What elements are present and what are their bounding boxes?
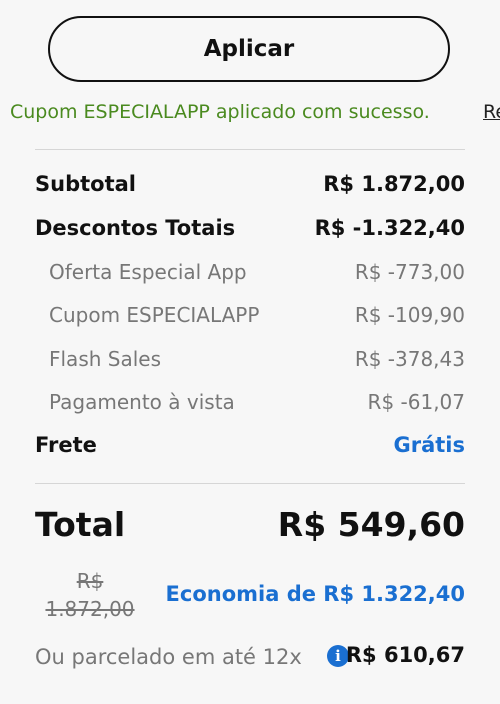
total-label: Total [35,505,126,544]
discounts-value: R$ -1.322,40 [314,216,465,240]
total-row: Total R$ 549,60 [35,505,465,544]
discount-item: Cupom ESPECIALAPP R$ -109,90 [49,303,465,327]
subtotal-label: Subtotal [35,172,136,196]
old-price-currency: R$ [76,569,104,593]
subtotal-value: R$ 1.872,00 [323,172,465,196]
coupon-success-message: Cupom ESPECIALAPP aplicado com sucesso. [10,101,430,123]
discounts-label: Descontos Totais [35,216,236,240]
discount-item-label: Cupom ESPECIALAPP [49,303,260,327]
subtotal-row: Subtotal R$ 1.872,00 [35,172,465,196]
divider [35,483,465,484]
discount-item-value: R$ -773,00 [354,260,465,284]
shipping-label: Frete [35,433,97,457]
divider [35,149,465,150]
discount-item: Flash Sales R$ -378,43 [49,347,465,371]
total-value: R$ 549,60 [277,505,465,544]
discount-item-label: Oferta Especial App [49,260,247,284]
installment-value: R$ 610,67 [345,643,465,667]
shipping-value: Grátis [393,433,465,457]
remove-coupon-link[interactable]: Re [483,101,500,123]
discount-item: Pagamento à vista R$ -61,07 [49,390,465,414]
old-price: R$ 1.872,00 [42,567,138,623]
discount-item-value: R$ -109,90 [354,303,465,327]
discounts-row: Descontos Totais R$ -1.322,40 [35,216,465,240]
installment-text: Ou parcelado em até 12x [35,645,302,669]
apply-coupon-button[interactable]: Aplicar [48,16,450,82]
discount-item-value: R$ -378,43 [354,347,465,371]
economy-text: Economia de R$ 1.322,40 [165,582,465,606]
discount-item-label: Flash Sales [49,347,162,371]
old-price-amount: 1.872,00 [45,597,135,621]
discount-item-value: R$ -61,07 [367,390,465,414]
discount-item: Oferta Especial App R$ -773,00 [49,260,465,284]
shipping-row: Frete Grátis [35,433,465,457]
discount-item-label: Pagamento à vista [49,390,235,414]
